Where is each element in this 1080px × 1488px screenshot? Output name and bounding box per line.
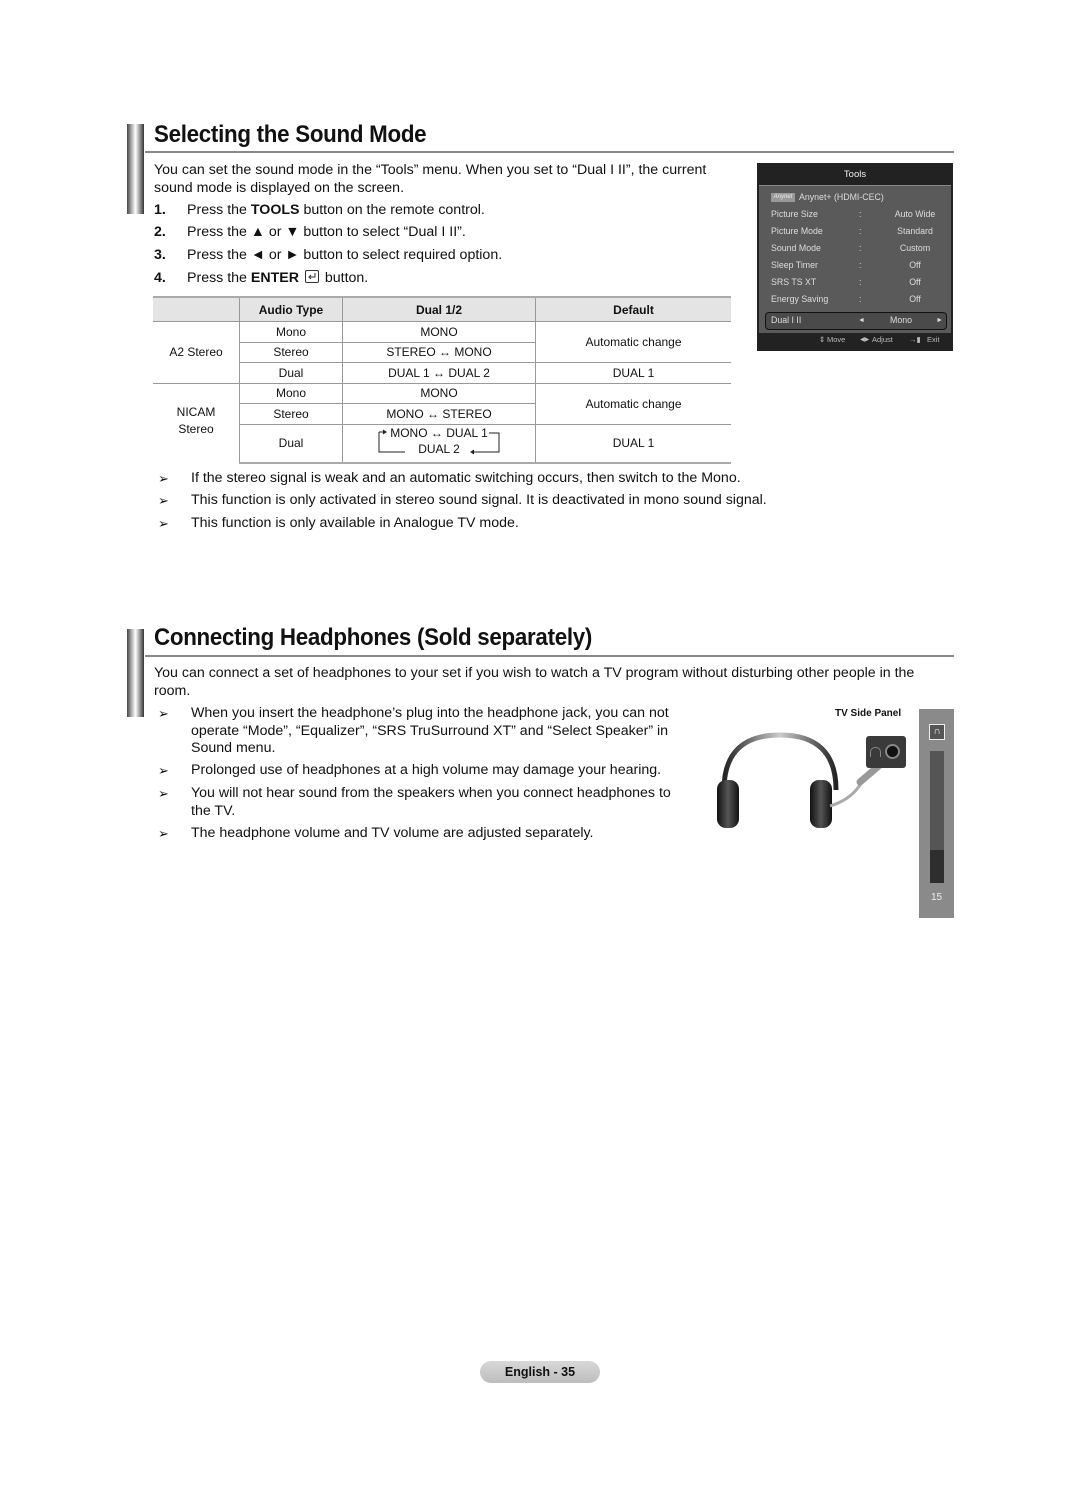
table-cell: MONO ↔ STEREO xyxy=(342,403,536,424)
table-cell: MONO xyxy=(342,321,536,342)
group-label: A2 Stereo xyxy=(153,321,240,383)
step-3: 3. Press the ◄ or ► button to select requ… xyxy=(154,247,503,263)
section-title-sound-mode: Selecting the Sound Mode xyxy=(154,121,427,148)
dual-cycle-diagram: MONO ↔ DUAL 1 DUAL 2 xyxy=(377,425,501,459)
headphone-jack-socket xyxy=(885,744,900,759)
tools-menu-screenshot: Tools Anynet Anynet+ (HDMI-CEC) Picture S… xyxy=(757,163,953,351)
step-1: 1. Press the TOOLS button on the remote c… xyxy=(154,202,485,218)
table-header-row: Audio Type Dual 1/2 Default xyxy=(153,296,731,322)
headphone-volume-osd: ∩ 15 xyxy=(919,709,954,918)
section-divider xyxy=(145,655,954,657)
headphone-icon: ∩ xyxy=(929,724,945,740)
table-cell: MONO ↔ DUAL 1 DUAL 2 xyxy=(342,423,536,464)
section-title-headphones: Connecting Headphones (Sold separately) xyxy=(154,624,593,651)
tools-menu-item: Energy Saving: Off xyxy=(771,294,921,304)
step-number: 4. xyxy=(154,270,166,286)
table-row: NICAM Stereo Mono MONO Automatic change xyxy=(153,382,731,463)
table-cell: Stereo xyxy=(239,403,343,424)
step-number: 1. xyxy=(154,202,166,218)
adjust-icon: ◀▶ xyxy=(860,337,870,343)
table-cell: Mono xyxy=(239,321,343,342)
tools-menu-item: Sound Mode: Custom xyxy=(771,243,931,253)
arrow-bullet-icon: ➢ xyxy=(158,471,169,486)
arrow-bullet-icon: ➢ xyxy=(158,826,169,841)
volume-bar xyxy=(930,751,944,883)
tools-menu-item-anynet: Anynet Anynet+ (HDMI-CEC) xyxy=(771,189,945,205)
table-row: Dual DUAL 1 ↔ DUAL 2 DUAL 1 xyxy=(153,362,731,383)
right-earcup xyxy=(810,780,832,828)
anynet-logo-icon: Anynet xyxy=(771,193,795,203)
table-header: Dual 1/2 xyxy=(342,296,536,322)
table-cell: DUAL 1 ↔ DUAL 2 xyxy=(342,362,536,383)
table-cell: DUAL 1 xyxy=(535,362,731,383)
arrow-bullet-icon: ➢ xyxy=(158,786,169,801)
page-number-label: English - 35 xyxy=(480,1361,600,1383)
left-arrow-icon: ◄ xyxy=(858,317,865,324)
tv-side-panel-label: TV Side Panel xyxy=(835,708,902,719)
tools-menu-body: Anynet Anynet+ (HDMI-CEC) Picture Size: Au… xyxy=(759,185,951,333)
volume-bar-fill xyxy=(930,850,944,883)
group-label: NICAM Stereo xyxy=(153,382,240,463)
step-number: 2. xyxy=(154,224,166,240)
table-row: Dual MONO ↔ DUAL 1 DUAL 2 DUAL 1 xyxy=(153,423,731,464)
section-divider xyxy=(145,151,954,153)
arrow-bullet-icon: ➢ xyxy=(158,763,169,778)
section-marker-bar xyxy=(127,124,144,214)
left-earcup xyxy=(717,780,739,828)
tools-menu-item-selected: Dual I II ◄ Mono ► xyxy=(765,312,947,330)
table-cell: Mono xyxy=(239,382,343,404)
arrow-bullet-icon: ➢ xyxy=(158,706,169,721)
arrow-bullet-icon: ➢ xyxy=(158,516,169,531)
arrow-bullet-icon: ➢ xyxy=(158,493,169,508)
table-cell: DUAL 1 xyxy=(535,423,731,464)
table-cell: Dual xyxy=(239,362,343,383)
intro-paragraph: You can connect a set of headphones to y… xyxy=(154,665,915,699)
table-row: A2 Stereo Mono MONO Automatic change xyxy=(153,321,731,383)
intro-paragraph: You can set the sound mode in the “Tools… xyxy=(154,162,707,196)
section-marker-bar xyxy=(127,629,144,717)
headphone-jack-icon xyxy=(870,747,881,757)
table-cell: Dual xyxy=(239,423,343,464)
sound-mode-table: Audio Type Dual 1/2 Default A2 Stereo Mo… xyxy=(153,296,731,464)
tools-menu-item: Picture Mode: Standard xyxy=(771,226,933,236)
step-4: 4. Press the ENTER button. xyxy=(154,270,369,286)
table-cell: Stereo xyxy=(239,341,343,363)
tools-menu-item: Picture Size: Auto Wide xyxy=(771,209,936,219)
step-2: 2. Press the ▲ or ▼ button to select “Dua… xyxy=(154,224,466,240)
table-cell: MONO xyxy=(342,382,536,404)
volume-value: 15 xyxy=(930,892,943,903)
headphone-jack-panel xyxy=(866,736,906,768)
enter-icon xyxy=(304,270,319,283)
tools-menu-item: Sleep Timer: Off xyxy=(771,260,921,270)
tools-menu-footer: ⇕ Move ◀▶ Adjust →▮ Exit xyxy=(757,333,953,347)
tools-button-ref: TOOLS xyxy=(250,202,300,218)
table-header: Audio Type xyxy=(239,296,343,322)
enter-button-ref: ENTER xyxy=(250,270,299,286)
tools-menu-title: Tools xyxy=(843,169,867,180)
table-cell: Automatic change xyxy=(535,321,731,363)
table-cell: Automatic change xyxy=(535,382,731,424)
move-icon: ⇕ xyxy=(819,335,826,344)
table-header: Default xyxy=(535,296,731,322)
exit-icon: →▮ xyxy=(909,335,921,344)
step-number: 3. xyxy=(154,247,166,263)
table-cell: STEREO ↔ MONO xyxy=(342,341,536,363)
table-header xyxy=(153,296,240,322)
right-arrow-icon: ► xyxy=(936,317,943,324)
tools-menu-item: SRS TS XT: Off xyxy=(771,277,921,287)
